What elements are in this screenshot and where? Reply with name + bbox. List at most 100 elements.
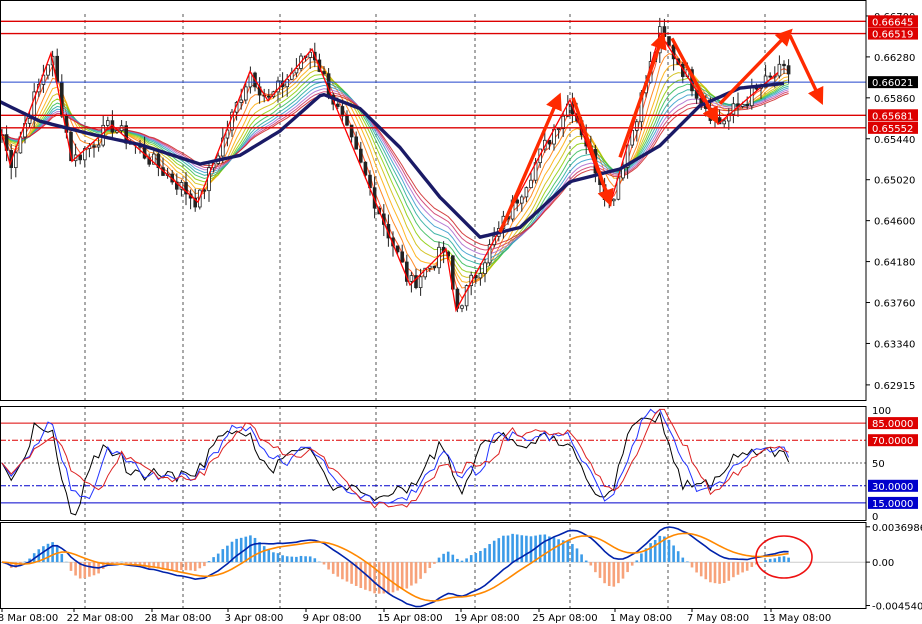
candle [400,244,404,263]
macd-histogram-bar [566,540,570,563]
candle [78,154,83,165]
macd-histogram-bar [221,549,225,563]
rsi-slow-line [1,408,789,509]
candle-body [777,63,782,77]
macd-histogram-bar [239,537,243,563]
macd-histogram-bar [695,562,698,573]
macd-histogram-bar [400,562,404,589]
candle-body [524,187,529,198]
candle [612,198,616,207]
candle-body [556,128,561,131]
macd-histogram-bar [557,539,560,563]
candle [556,128,561,139]
macd-histogram-bar [410,562,413,586]
macd-histogram-bar [74,562,77,576]
macd-histogram-bar [69,562,73,571]
macd-histogram-bar [704,562,708,580]
rsi-level-tag: 30.0000 [872,482,913,493]
candle-body [106,120,110,126]
ribbon-ma-line [1,53,789,289]
level-tag: 0.65681 [872,111,913,122]
candle-body [78,154,83,161]
candle-body [239,99,244,103]
macd-histogram-bar [327,562,330,570]
macd-histogram-bar [377,562,381,594]
forex-chart: 0.667000.662800.658600.654400.650200.646… [0,0,922,624]
macd-histogram-bar [189,562,192,571]
macd-histogram-bar [442,553,445,563]
macd-histogram-bar [649,543,652,563]
candle-body [395,245,400,253]
macd-histogram-bar [465,558,468,563]
macd-histogram-bar [607,562,611,587]
macd-histogram-bar [184,562,188,571]
macd-histogram-bar [672,545,675,563]
zigzag [0,31,779,313]
macd-histogram-bar [474,553,478,563]
candle-body [745,103,749,107]
time-tick-label: 9 Apr 08:00 [303,613,362,624]
macd-histogram-bar [281,555,284,563]
rsi-panel: 85.0000 70.0000 30.0000 15.0000 100 50 0 [0,406,918,523]
macd-histogram-bar [768,558,772,563]
macd-histogram-bar [497,538,501,563]
macd-histogram-bar [304,556,307,563]
time-tick-label: 19 Apr 08:00 [454,613,519,624]
macd-histogram-bar [713,562,717,584]
candle [487,239,492,266]
macd-histogram-bar [525,535,528,563]
rsi-tick-label: 0 [872,512,878,523]
macd-histogram-bar [552,537,556,563]
trend-arrow [571,97,614,207]
macd-histogram-bar [313,558,317,563]
macd-histogram-bar [653,540,657,563]
macd-histogram-bar [575,548,579,563]
macd-line [1,526,789,608]
macd-histogram-bar [92,562,96,576]
macd-histogram-bar [345,562,349,582]
macd-histogram-bar [759,562,763,563]
macd-histogram-bar [722,562,726,584]
candle-body [750,87,754,107]
price-tick-label: 0.65020 [874,176,915,187]
macd-panel: 0.0036986 0.00 -0.0045405 [0,523,922,613]
macd-histogram-bar [272,552,275,563]
macd-histogram-bar [492,540,496,563]
candle-body [248,72,253,88]
macd-histogram-bar [88,562,91,577]
trend-arrow [788,34,824,105]
macd-histogram-bar [626,562,629,573]
candle [110,110,115,139]
macd-histogram-bar [479,550,482,563]
macd-histogram-bar [676,551,680,563]
macd-histogram-bar [732,562,735,578]
macd-histogram-bar [423,562,427,574]
price-tick-label: 0.65440 [874,135,915,146]
candle-body [322,71,326,75]
macd-histogram-bar [686,561,689,563]
macd-histogram-bar [428,562,432,568]
macd-histogram-bar [736,562,740,575]
candle-body [612,198,616,202]
macd-histogram-bar [667,539,671,563]
candles [0,17,791,313]
candle-body [662,26,667,37]
zigzag-line [0,31,779,313]
macd-histogram-bar [318,561,321,563]
candle-body [722,120,726,125]
candle-body [786,65,791,75]
macd-histogram-bar [502,535,505,563]
candle [124,121,129,150]
candle [460,304,464,313]
macd-histogram-bar [437,557,441,563]
macd-histogram-bar [124,562,128,564]
macd-histogram-bar [598,562,602,578]
candle-body [561,115,565,130]
price-tick-label: 0.64600 [874,217,915,228]
candle-body [335,103,340,107]
time-tick-label: 13 May 08:00 [763,613,832,624]
macd-histogram-bar [511,533,514,563]
time-tick-label: 8 Mar 08:00 [0,613,58,624]
ribbon-ma-line [1,88,789,256]
macd-histogram-bar [709,562,712,583]
